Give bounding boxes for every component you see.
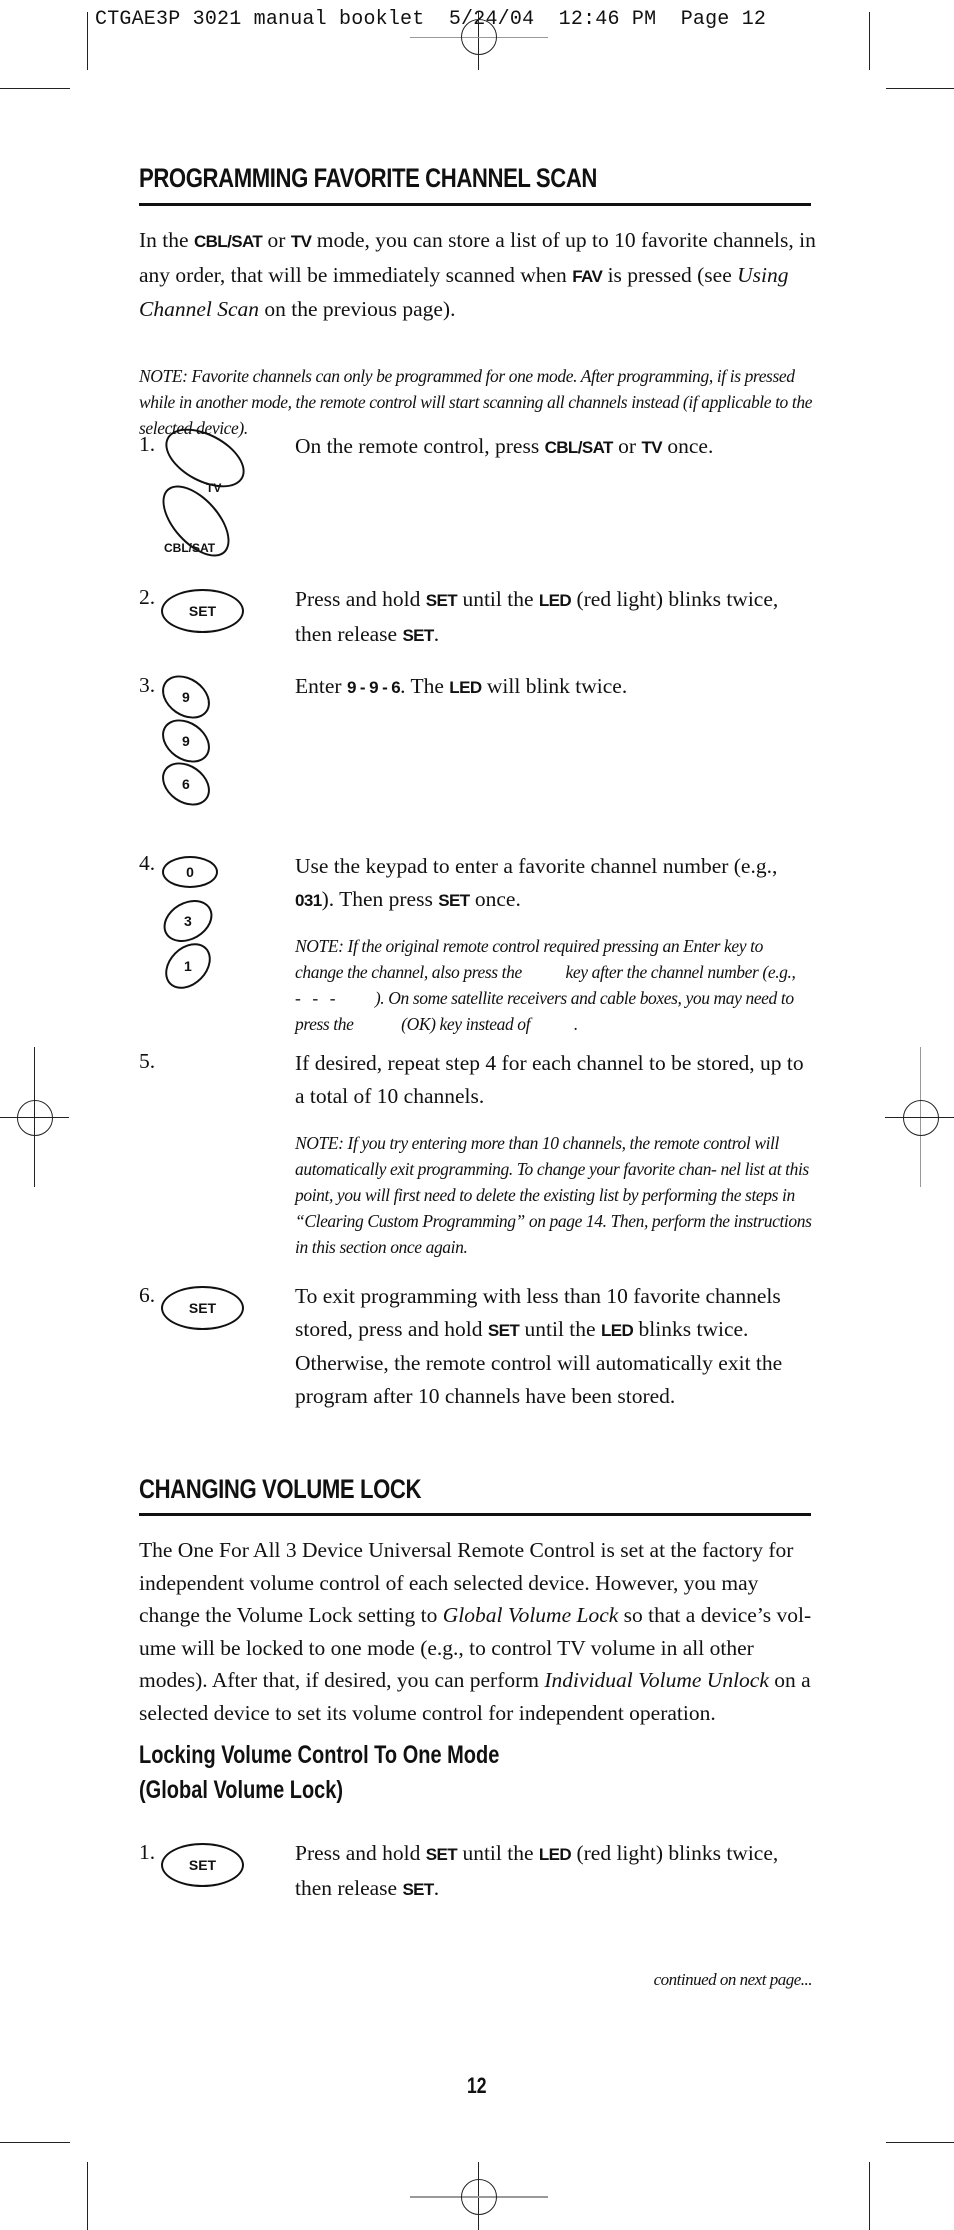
step-5-text: If desired, repeat step 4 for each chann…	[295, 1051, 804, 1108]
section-title-favorite-channel-scan: PROGRAMMING FAVORITE CHANNEL SCAN	[139, 163, 597, 193]
set-key-icon: SET	[161, 1843, 244, 1887]
volume-step-1-text: Press and hold SET until the LED (red li…	[295, 1841, 779, 1900]
step-number: 6.	[139, 1283, 156, 1307]
crop-mark	[869, 12, 870, 70]
section-rule	[139, 203, 811, 206]
page-number: 12	[467, 2073, 487, 2098]
step-2-text: Press and hold SET until the LED (red li…	[295, 587, 779, 646]
set-key-icon: SET	[161, 589, 244, 633]
digit-9-key-icon: 9	[153, 666, 219, 728]
digit-3-key-icon: 3	[155, 891, 221, 951]
step-5-note: NOTE: If you try entering more than 10 c…	[295, 1133, 812, 1257]
step-number: 4.	[139, 851, 156, 875]
section-rule	[139, 1513, 811, 1516]
step-3-text: Enter 9 - 9 - 6. The LED will blink twic…	[295, 674, 628, 698]
crop-mark	[87, 12, 88, 70]
step-number: 3.	[139, 673, 156, 697]
step-4-note: NOTE: If the original remote control req…	[295, 936, 808, 1034]
step-4-text: Use the keypad to enter a favorite chann…	[295, 854, 778, 911]
key-label-cbl-sat: CBL/SAT	[164, 541, 216, 555]
step-number: 5.	[139, 1049, 156, 1073]
digit-0-key-icon: 0	[162, 856, 218, 888]
section-title-changing-volume-lock: CHANGING VOLUME LOCK	[139, 1474, 422, 1504]
step-number: 1.	[139, 432, 156, 456]
crop-mark	[886, 88, 954, 89]
set-key-icon: SET	[161, 1286, 244, 1330]
digit-6-key-icon: 6	[153, 753, 219, 815]
continued-note: continued on next page...	[653, 1970, 813, 1989]
printer-slug-line: CTGAE3P 3021 manual booklet 5/24/04 12:4…	[95, 8, 767, 31]
crop-mark	[87, 2162, 88, 2230]
crop-mark	[0, 88, 70, 89]
crop-mark	[869, 2162, 870, 2230]
section2-intro: The One For All 3 Device Universal Remot…	[139, 1538, 812, 1725]
step-number: 1.	[139, 1840, 156, 1864]
crop-mark	[0, 2142, 70, 2143]
digit-1-key-icon: 1	[156, 934, 220, 998]
key-label-tv: TV	[206, 481, 222, 495]
section1-intro: In the CBL/SAT or TV mode, you can store…	[139, 228, 816, 321]
step-1-text: On the remote control, press CBL/SAT or …	[295, 434, 714, 458]
step-6-text: To exit programming with less than 10 fa…	[295, 1284, 783, 1408]
step-number: 2.	[139, 585, 156, 609]
crop-mark	[886, 2142, 954, 2143]
subsection-title: Locking Volume Control To One Mode (Glob…	[139, 1741, 500, 1804]
